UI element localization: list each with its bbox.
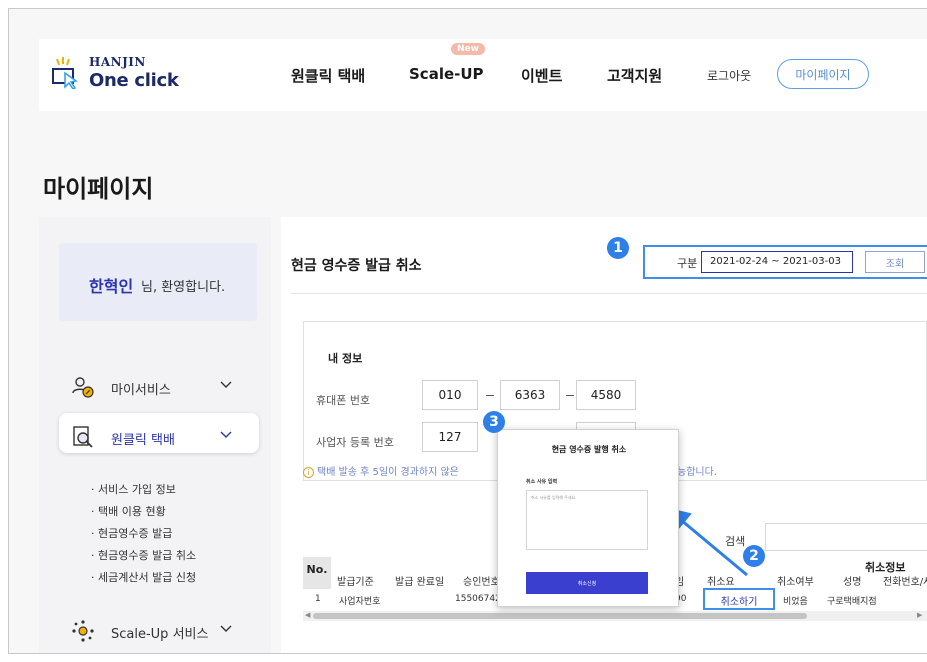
- cancel-receipt-modal: 현금 영수증 발행 취소 취소 사유 입력 취소 사유를 입력해 주세요. 취소…: [497, 429, 679, 607]
- submit-cancel-button[interactable]: 취소신청: [526, 572, 648, 594]
- step-marker-3: 3: [483, 411, 505, 433]
- modal-title: 현금 영수증 발행 취소: [551, 445, 627, 454]
- cancel-reason-label: 취소 사유 입력: [526, 479, 558, 485]
- cancel-reason-input[interactable]: 취소 사유를 입력해 주세요.: [526, 490, 648, 550]
- browser-frame: HANJIN One click 원클릭 택배 New Scale-UP 이벤트…: [8, 8, 927, 654]
- pointer-arrow: [665, 507, 748, 577]
